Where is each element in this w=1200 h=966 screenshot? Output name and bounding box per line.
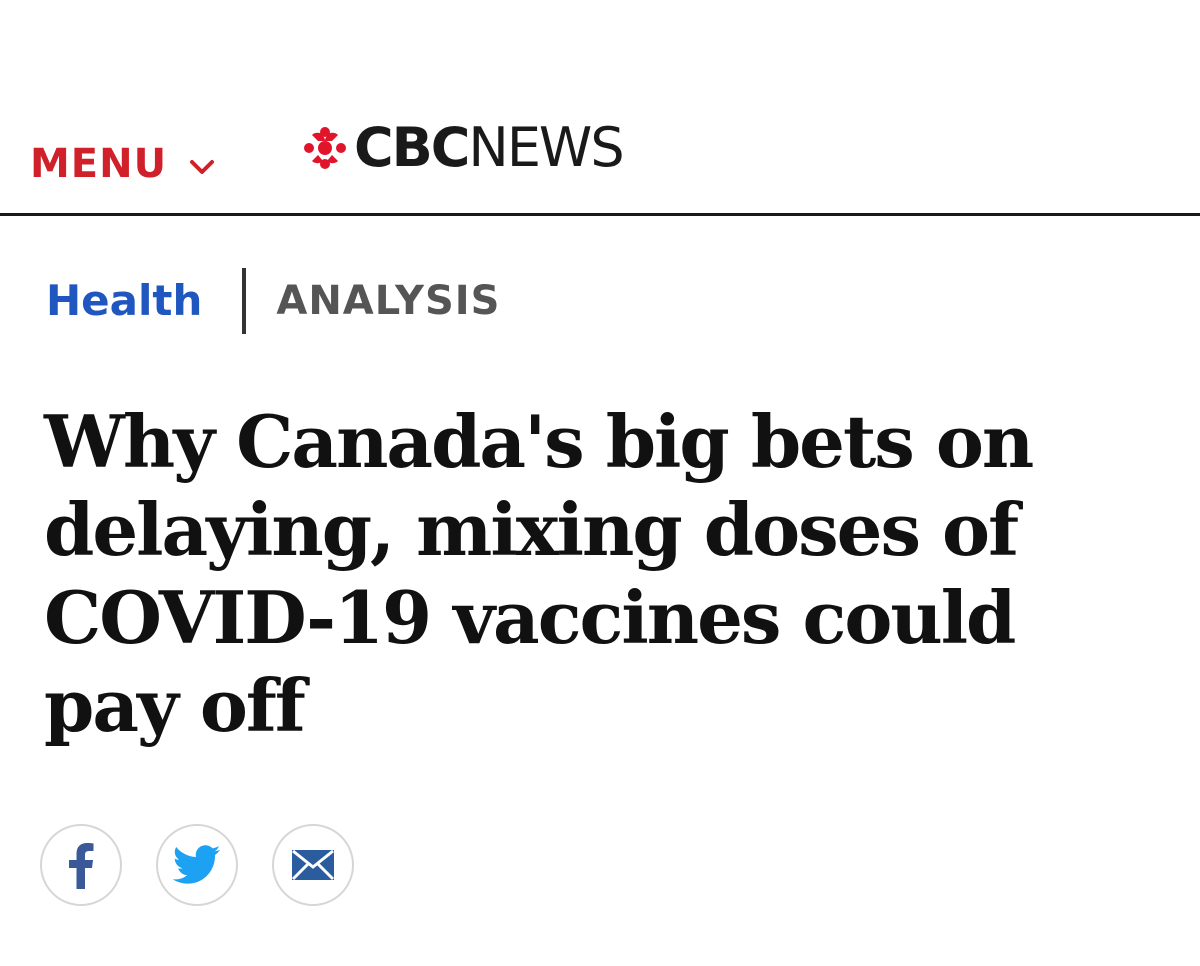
share-facebook-button[interactable] [40,824,122,906]
section-link-health[interactable]: Health [46,268,202,334]
menu-button[interactable]: MENU [30,140,215,188]
analysis-tag: ANALYSIS [276,278,501,324]
site-header: MENU CBC NEWS [0,0,1200,216]
article-headline: Why Canada's big bets on delaying, mixin… [44,399,1034,748]
menu-label: MENU [30,141,168,187]
logo-cbc-text: CBC [354,116,470,179]
share-email-button[interactable] [272,824,354,906]
twitter-icon [173,845,221,884]
article-section: Health ANALYSIS [46,268,500,334]
email-icon [291,849,335,881]
cbc-news-logo[interactable]: CBC NEWS [302,116,625,180]
article-page: MENU CBC NEWS Health ANALYSIS Why Canada… [0,0,1200,966]
cbc-gem-icon [304,127,346,169]
share-twitter-button[interactable] [156,824,238,906]
logo-news-text: NEWS [468,116,624,179]
chevron-down-icon [190,160,215,174]
share-bar [40,824,388,906]
facebook-icon [69,843,94,889]
section-divider [242,268,247,334]
